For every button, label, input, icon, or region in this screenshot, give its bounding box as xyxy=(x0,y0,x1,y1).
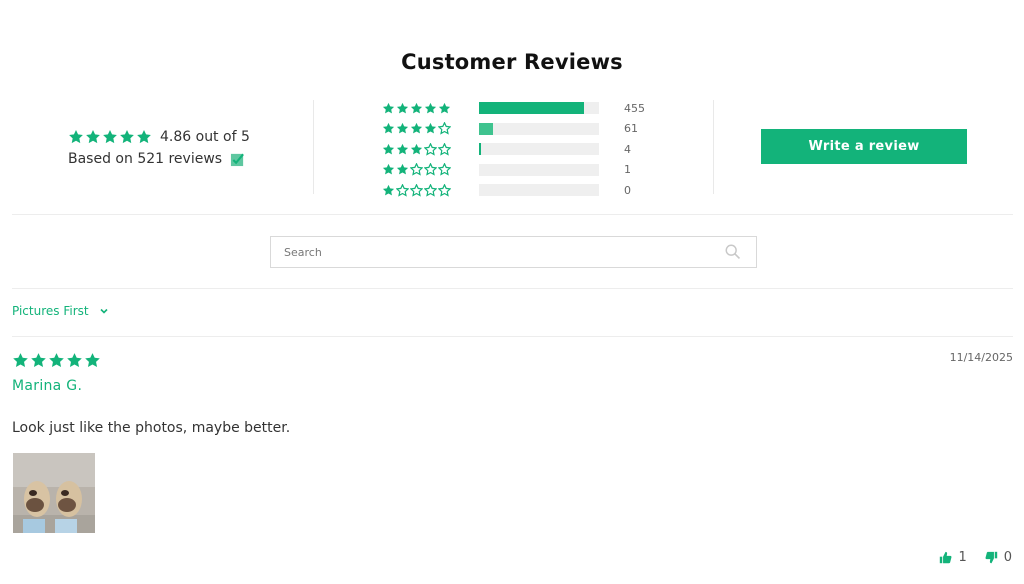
review-votes: 1 0 xyxy=(939,550,1012,565)
histogram-stars xyxy=(382,102,479,115)
review-count-text: Based on 521 reviews xyxy=(68,151,223,167)
histogram-count: 1 xyxy=(624,163,631,177)
star-icon xyxy=(382,164,395,175)
summary-stars xyxy=(68,129,152,145)
histogram-bar-fill xyxy=(479,143,481,156)
helpful-no-count: 0 xyxy=(1003,550,1012,565)
review-body: Look just like the photos, maybe better. xyxy=(12,420,291,436)
star-icon xyxy=(438,102,451,114)
section-title: Customer Reviews xyxy=(401,50,623,74)
histogram-count: 61 xyxy=(624,122,638,136)
histogram-bar-track xyxy=(479,102,599,115)
histogram-bar-track xyxy=(479,163,599,176)
histogram-bar-track xyxy=(479,143,599,156)
histogram-stars xyxy=(382,122,479,135)
histogram-row-3[interactable]: 4 xyxy=(382,139,645,160)
thumbs-up-icon[interactable] xyxy=(939,551,952,564)
star-outline-icon xyxy=(438,163,451,176)
chevron-down-icon xyxy=(100,308,108,314)
histogram-count: 455 xyxy=(624,101,645,115)
histogram-stars xyxy=(382,183,479,197)
star-icon xyxy=(49,353,64,367)
star-icon xyxy=(410,102,423,114)
review-photo-thumbnail[interactable] xyxy=(13,453,95,533)
histogram-bar-track xyxy=(479,122,599,135)
divider xyxy=(12,214,1013,215)
histogram-row-5[interactable]: 455 xyxy=(382,98,645,119)
star-icon xyxy=(382,143,395,155)
star-icon xyxy=(382,184,395,196)
star-icon xyxy=(410,123,423,134)
histogram-bar-fill xyxy=(479,102,584,115)
histogram-count: 4 xyxy=(624,142,631,156)
star-outline-icon xyxy=(438,142,451,156)
star-icon xyxy=(396,164,409,175)
histogram-row-4[interactable]: 61 xyxy=(382,119,645,140)
star-icon xyxy=(13,353,28,367)
star-icon xyxy=(137,130,151,144)
star-icon xyxy=(410,143,423,155)
star-icon xyxy=(31,353,46,367)
divider xyxy=(713,100,714,194)
histogram-stars xyxy=(382,142,479,156)
review-date: 11/14/2025 xyxy=(949,351,1013,364)
star-outline-icon xyxy=(424,183,437,197)
verified-check-icon xyxy=(231,153,245,166)
divider xyxy=(12,288,1013,289)
helpful-no[interactable]: 0 xyxy=(985,550,1012,565)
star-outline-icon xyxy=(410,183,423,197)
helpful-yes[interactable]: 1 xyxy=(939,550,967,565)
star-icon xyxy=(120,130,134,144)
star-icon xyxy=(382,102,395,114)
star-icon xyxy=(67,353,82,367)
sort-dropdown[interactable]: Pictures First xyxy=(12,304,109,318)
reviewer-name: Marina G. xyxy=(12,378,83,394)
divider xyxy=(313,100,314,194)
star-outline-icon xyxy=(424,142,437,156)
star-icon xyxy=(396,102,409,114)
search-box[interactable] xyxy=(270,236,757,268)
rating-histogram: 455 61 4 1 0 xyxy=(382,98,645,201)
star-icon xyxy=(396,143,409,155)
star-icon xyxy=(382,123,395,134)
star-outline-icon xyxy=(424,163,437,176)
histogram-bar-fill xyxy=(479,122,494,135)
star-outline-icon xyxy=(396,183,409,197)
sort-selected-label: Pictures First xyxy=(12,304,89,318)
thumbs-down-icon[interactable] xyxy=(985,551,998,564)
review-photo-image xyxy=(13,453,95,533)
rating-summary: 4.86 out of 5 Based on 521 reviews xyxy=(68,128,250,168)
search-icon[interactable] xyxy=(724,243,742,261)
star-outline-icon xyxy=(438,183,451,197)
review-stars xyxy=(12,352,101,369)
star-icon xyxy=(103,130,117,144)
write-review-button[interactable]: Write a review xyxy=(761,129,967,164)
histogram-row-1[interactable]: 0 xyxy=(382,180,645,201)
helpful-yes-count: 1 xyxy=(958,550,967,565)
star-icon xyxy=(86,130,100,144)
average-rating-text: 4.86 out of 5 xyxy=(160,129,250,145)
histogram-bar-track xyxy=(479,184,599,197)
star-outline-icon xyxy=(410,163,423,176)
divider xyxy=(12,336,1013,337)
star-icon xyxy=(424,123,437,134)
star-icon xyxy=(396,123,409,134)
search-input[interactable] xyxy=(271,237,724,267)
histogram-count: 0 xyxy=(624,183,631,197)
histogram-stars xyxy=(382,163,479,176)
star-outline-icon xyxy=(438,122,451,135)
star-icon xyxy=(424,102,437,114)
star-icon xyxy=(69,130,83,144)
star-icon xyxy=(85,353,100,367)
histogram-row-2[interactable]: 1 xyxy=(382,160,645,181)
